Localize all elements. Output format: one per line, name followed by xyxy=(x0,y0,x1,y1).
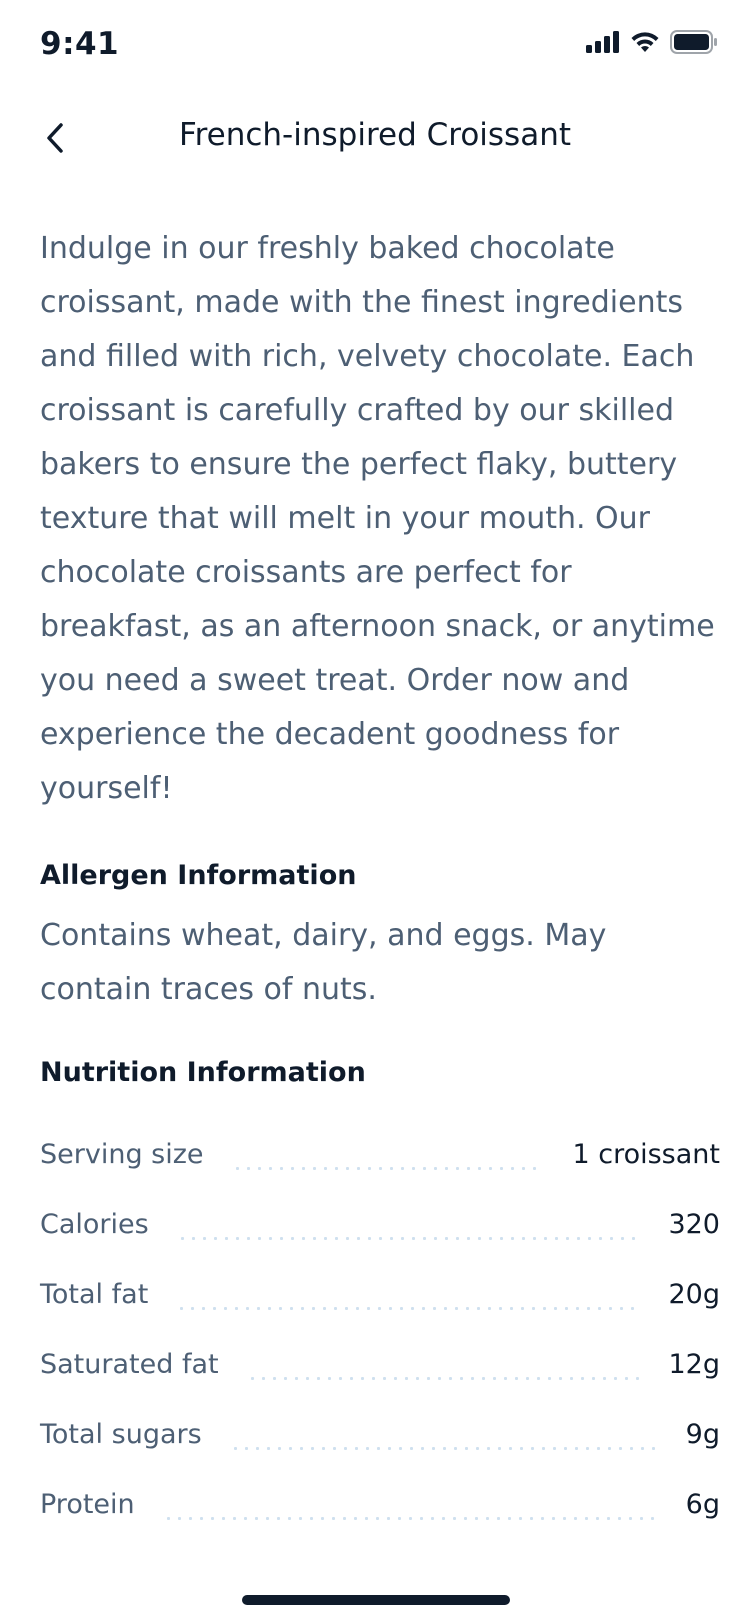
dotted-leader xyxy=(231,1167,545,1170)
status-icons xyxy=(586,30,718,58)
nutrition-row-calories: Calories 320 xyxy=(40,1188,720,1258)
cellular-signal-icon xyxy=(586,31,620,57)
nutrition-value: 9g xyxy=(685,1419,720,1450)
nutrition-label: Total fat xyxy=(40,1279,149,1310)
wifi-icon xyxy=(630,31,660,57)
header: French-inspired Croissant xyxy=(0,105,750,175)
nutrition-value: 12g xyxy=(668,1349,721,1380)
battery-icon xyxy=(670,30,718,58)
nutrition-label: Protein xyxy=(40,1489,135,1520)
nutrition-row-total-fat: Total fat 20g xyxy=(40,1258,720,1328)
nutrition-value: 6g xyxy=(685,1489,720,1520)
nutrition-label: Total sugars xyxy=(40,1419,202,1450)
page-title: French-inspired Croissant xyxy=(179,117,571,153)
dotted-leader xyxy=(246,1377,641,1380)
dotted-leader xyxy=(176,1237,641,1240)
home-indicator[interactable] xyxy=(242,1595,510,1605)
product-description: Indulge in our freshly baked chocolate c… xyxy=(40,231,715,806)
nutrition-row-protein: Protein 6g xyxy=(40,1468,720,1538)
nutrition-list: Serving size 1 croissant Calories 320 To… xyxy=(40,1118,720,1538)
nutrition-row-saturated-fat: Saturated fat 12g xyxy=(40,1328,720,1398)
nutrition-label: Serving size xyxy=(40,1139,204,1170)
nutrition-row-serving-size: Serving size 1 croissant xyxy=(40,1118,720,1188)
nutrition-value: 320 xyxy=(668,1209,720,1240)
allergen-heading: Allergen Information xyxy=(40,860,357,891)
nutrition-heading: Nutrition Information xyxy=(40,1057,366,1088)
dotted-leader xyxy=(162,1517,658,1520)
status-time: 9:41 xyxy=(40,26,120,62)
nutrition-value: 1 croissant xyxy=(572,1139,720,1170)
nutrition-label: Saturated fat xyxy=(40,1349,219,1380)
allergen-text: Contains wheat, dairy, and eggs. May con… xyxy=(40,918,607,1007)
dotted-leader xyxy=(229,1447,658,1450)
status-bar: 9:41 xyxy=(0,0,750,90)
product-details: Indulge in our freshly baked chocolate c… xyxy=(40,222,720,1538)
nutrition-label: Calories xyxy=(40,1209,149,1240)
nutrition-row-total-sugars: Total sugars 9g xyxy=(40,1398,720,1468)
nutrition-value: 20g xyxy=(668,1279,721,1310)
dotted-leader xyxy=(176,1307,641,1310)
